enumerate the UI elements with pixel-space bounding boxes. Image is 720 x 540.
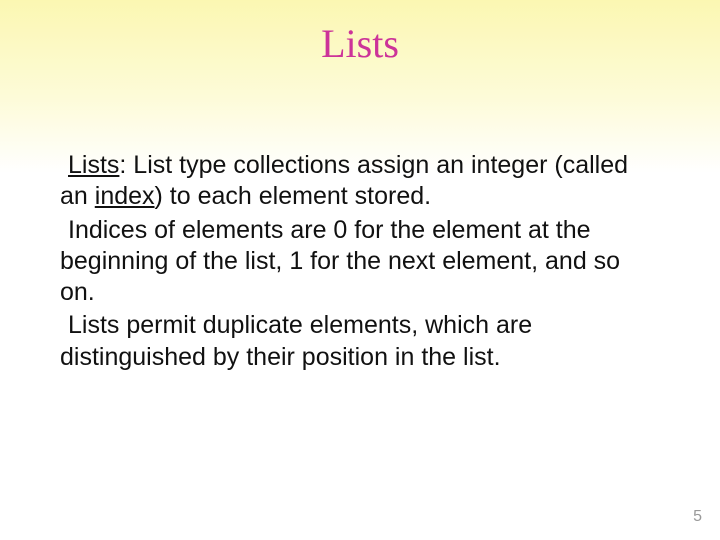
paragraph-1: Lists: List type collections assign an i…: [60, 150, 660, 213]
term-lists: Lists: [68, 151, 119, 179]
slide: Lists Lists: List type collections assig…: [0, 0, 720, 540]
p1-text-b: ) to each element stored.: [155, 182, 432, 210]
slide-title: Lists: [0, 20, 720, 67]
paragraph-3: Lists permit duplicate elements, which a…: [60, 310, 660, 373]
term-index: index: [95, 182, 155, 210]
paragraph-2: Indices of elements are 0 for the elemen…: [60, 215, 660, 309]
page-number: 5: [693, 508, 702, 526]
slide-body: Lists: List type collections assign an i…: [60, 150, 660, 375]
